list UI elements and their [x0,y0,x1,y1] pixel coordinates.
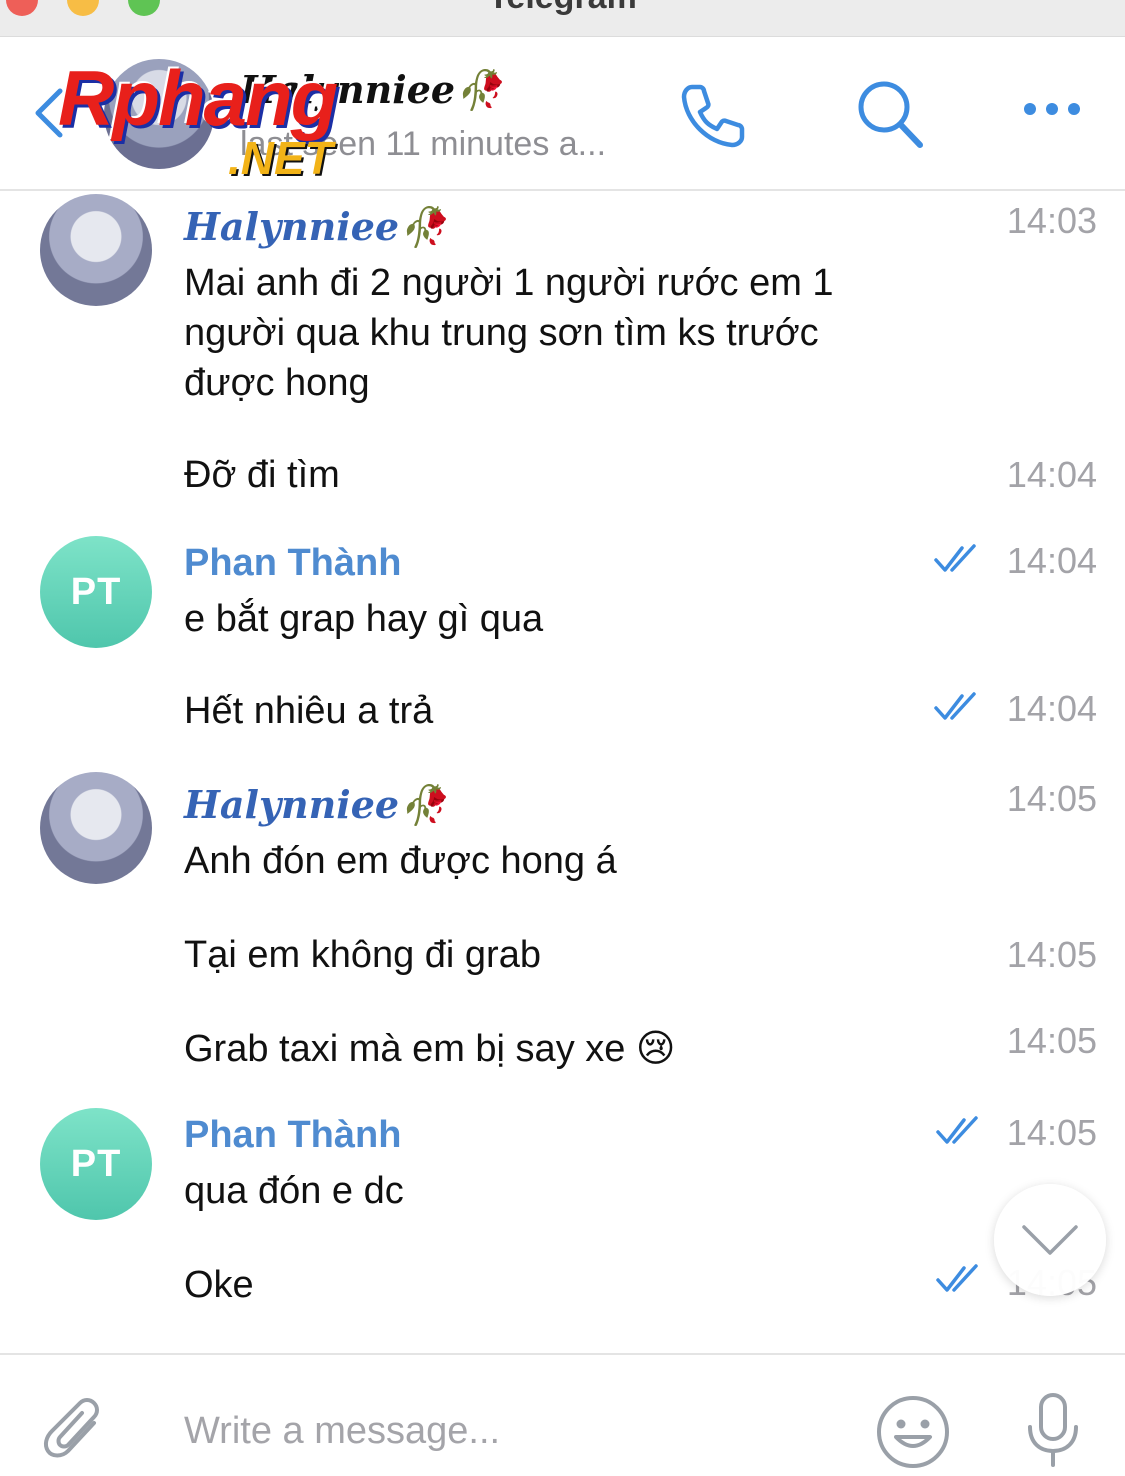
call-button[interactable] [678,79,750,156]
message-text[interactable]: Tại em không đi grab [184,930,904,980]
sender-name[interactable]: Phan Thành [184,542,401,585]
read-receipt-icon [934,544,976,572]
smiley-icon [877,1396,949,1468]
message-list[interactable]: Halynniee🥀 14:03 Mai anh đi 2 người 1 ng… [0,190,1125,1353]
message-text[interactable]: Anh đón em được hong á [184,836,904,886]
phone-icon [681,84,745,148]
message-text[interactable]: qua đón e dc [184,1166,904,1216]
message-text[interactable]: Đỡ đi tìm [184,450,904,500]
contact-avatar[interactable] [104,59,214,169]
message-time: 14:04 [1006,688,1097,729]
message-time: 14:04 [1006,454,1097,495]
read-receipt-icon [934,692,976,720]
message-line: Anh đón em được hong á [184,840,617,882]
window-title: Telegram [0,0,1125,17]
message-line: người qua khu trung sơn tìm ks trước [184,312,819,354]
contact-name[interactable]: Halynniee🥀 [240,67,502,113]
message-text[interactable]: Oke [184,1260,904,1310]
window-titlebar: Telegram [0,0,1125,37]
message-text[interactable]: Mai anh đi 2 người 1 người rước em 1 ngư… [184,258,904,408]
avatar-initials: PT [70,570,122,613]
message-text[interactable]: Grab taxi mà em bị say xe 😢 [184,1024,904,1074]
message-time: 14:05 [1006,934,1097,975]
contact-status: last seen 11 minutes a... [240,125,607,163]
message-line: Tại em không đi grab [184,934,541,976]
search-button[interactable] [856,79,926,156]
message-line: e bắt grap hay gì qua [184,598,544,640]
scroll-to-bottom-button[interactable] [994,1184,1106,1296]
message-text[interactable]: e bắt grap hay gì qua [184,594,904,644]
chevron-down-icon [1022,1225,1078,1255]
paperclip-icon [43,1398,99,1458]
attach-button[interactable] [40,1395,106,1472]
emoji-button[interactable] [874,1393,952,1476]
message-time: 14:05 [1006,1112,1097,1153]
sender-name[interactable]: Halynniee🥀 [184,204,446,250]
message-line: qua đón e dc [184,1170,404,1212]
read-receipt-icon [936,1116,978,1144]
chevron-left-icon [35,88,63,138]
message-line: Đỡ đi tìm [184,454,340,496]
chat-header: Halynniee🥀 last seen 11 minutes a... Rph… [0,37,1125,191]
read-receipt-icon [936,1264,978,1292]
message-time: 14:05 [1006,1020,1097,1061]
sender-avatar[interactable] [40,194,152,306]
sender-name[interactable]: Phan Thành [184,1114,401,1157]
more-button[interactable] [1020,99,1084,124]
sender-name[interactable]: Halynniee🥀 [184,782,446,828]
sender-avatar[interactable]: PT [40,536,152,648]
avatar-initials: PT [70,1142,122,1185]
message-line: Grab taxi mà em bị say xe 😢 [184,1028,676,1070]
message-time: 14:03 [1006,200,1097,241]
message-line: được hong [184,362,370,404]
voice-button[interactable] [1024,1391,1082,1476]
message-composer [0,1353,1125,1476]
message-line: Mai anh đi 2 người 1 người rước em 1 [184,262,834,304]
sender-avatar[interactable]: PT [40,1108,152,1220]
message-input[interactable] [184,1405,804,1457]
message-line: Oke [184,1264,254,1306]
message-time: 14:05 [1006,778,1097,819]
message-time: 14:04 [1006,540,1097,581]
sender-avatar[interactable] [40,772,152,884]
more-dots-icon [1024,103,1080,115]
microphone-icon [1028,1393,1078,1467]
back-button[interactable] [30,85,70,141]
message-text[interactable]: Hết nhiêu a trả [184,686,904,736]
search-icon [858,81,923,148]
message-line: Hết nhiêu a trả [184,690,434,732]
